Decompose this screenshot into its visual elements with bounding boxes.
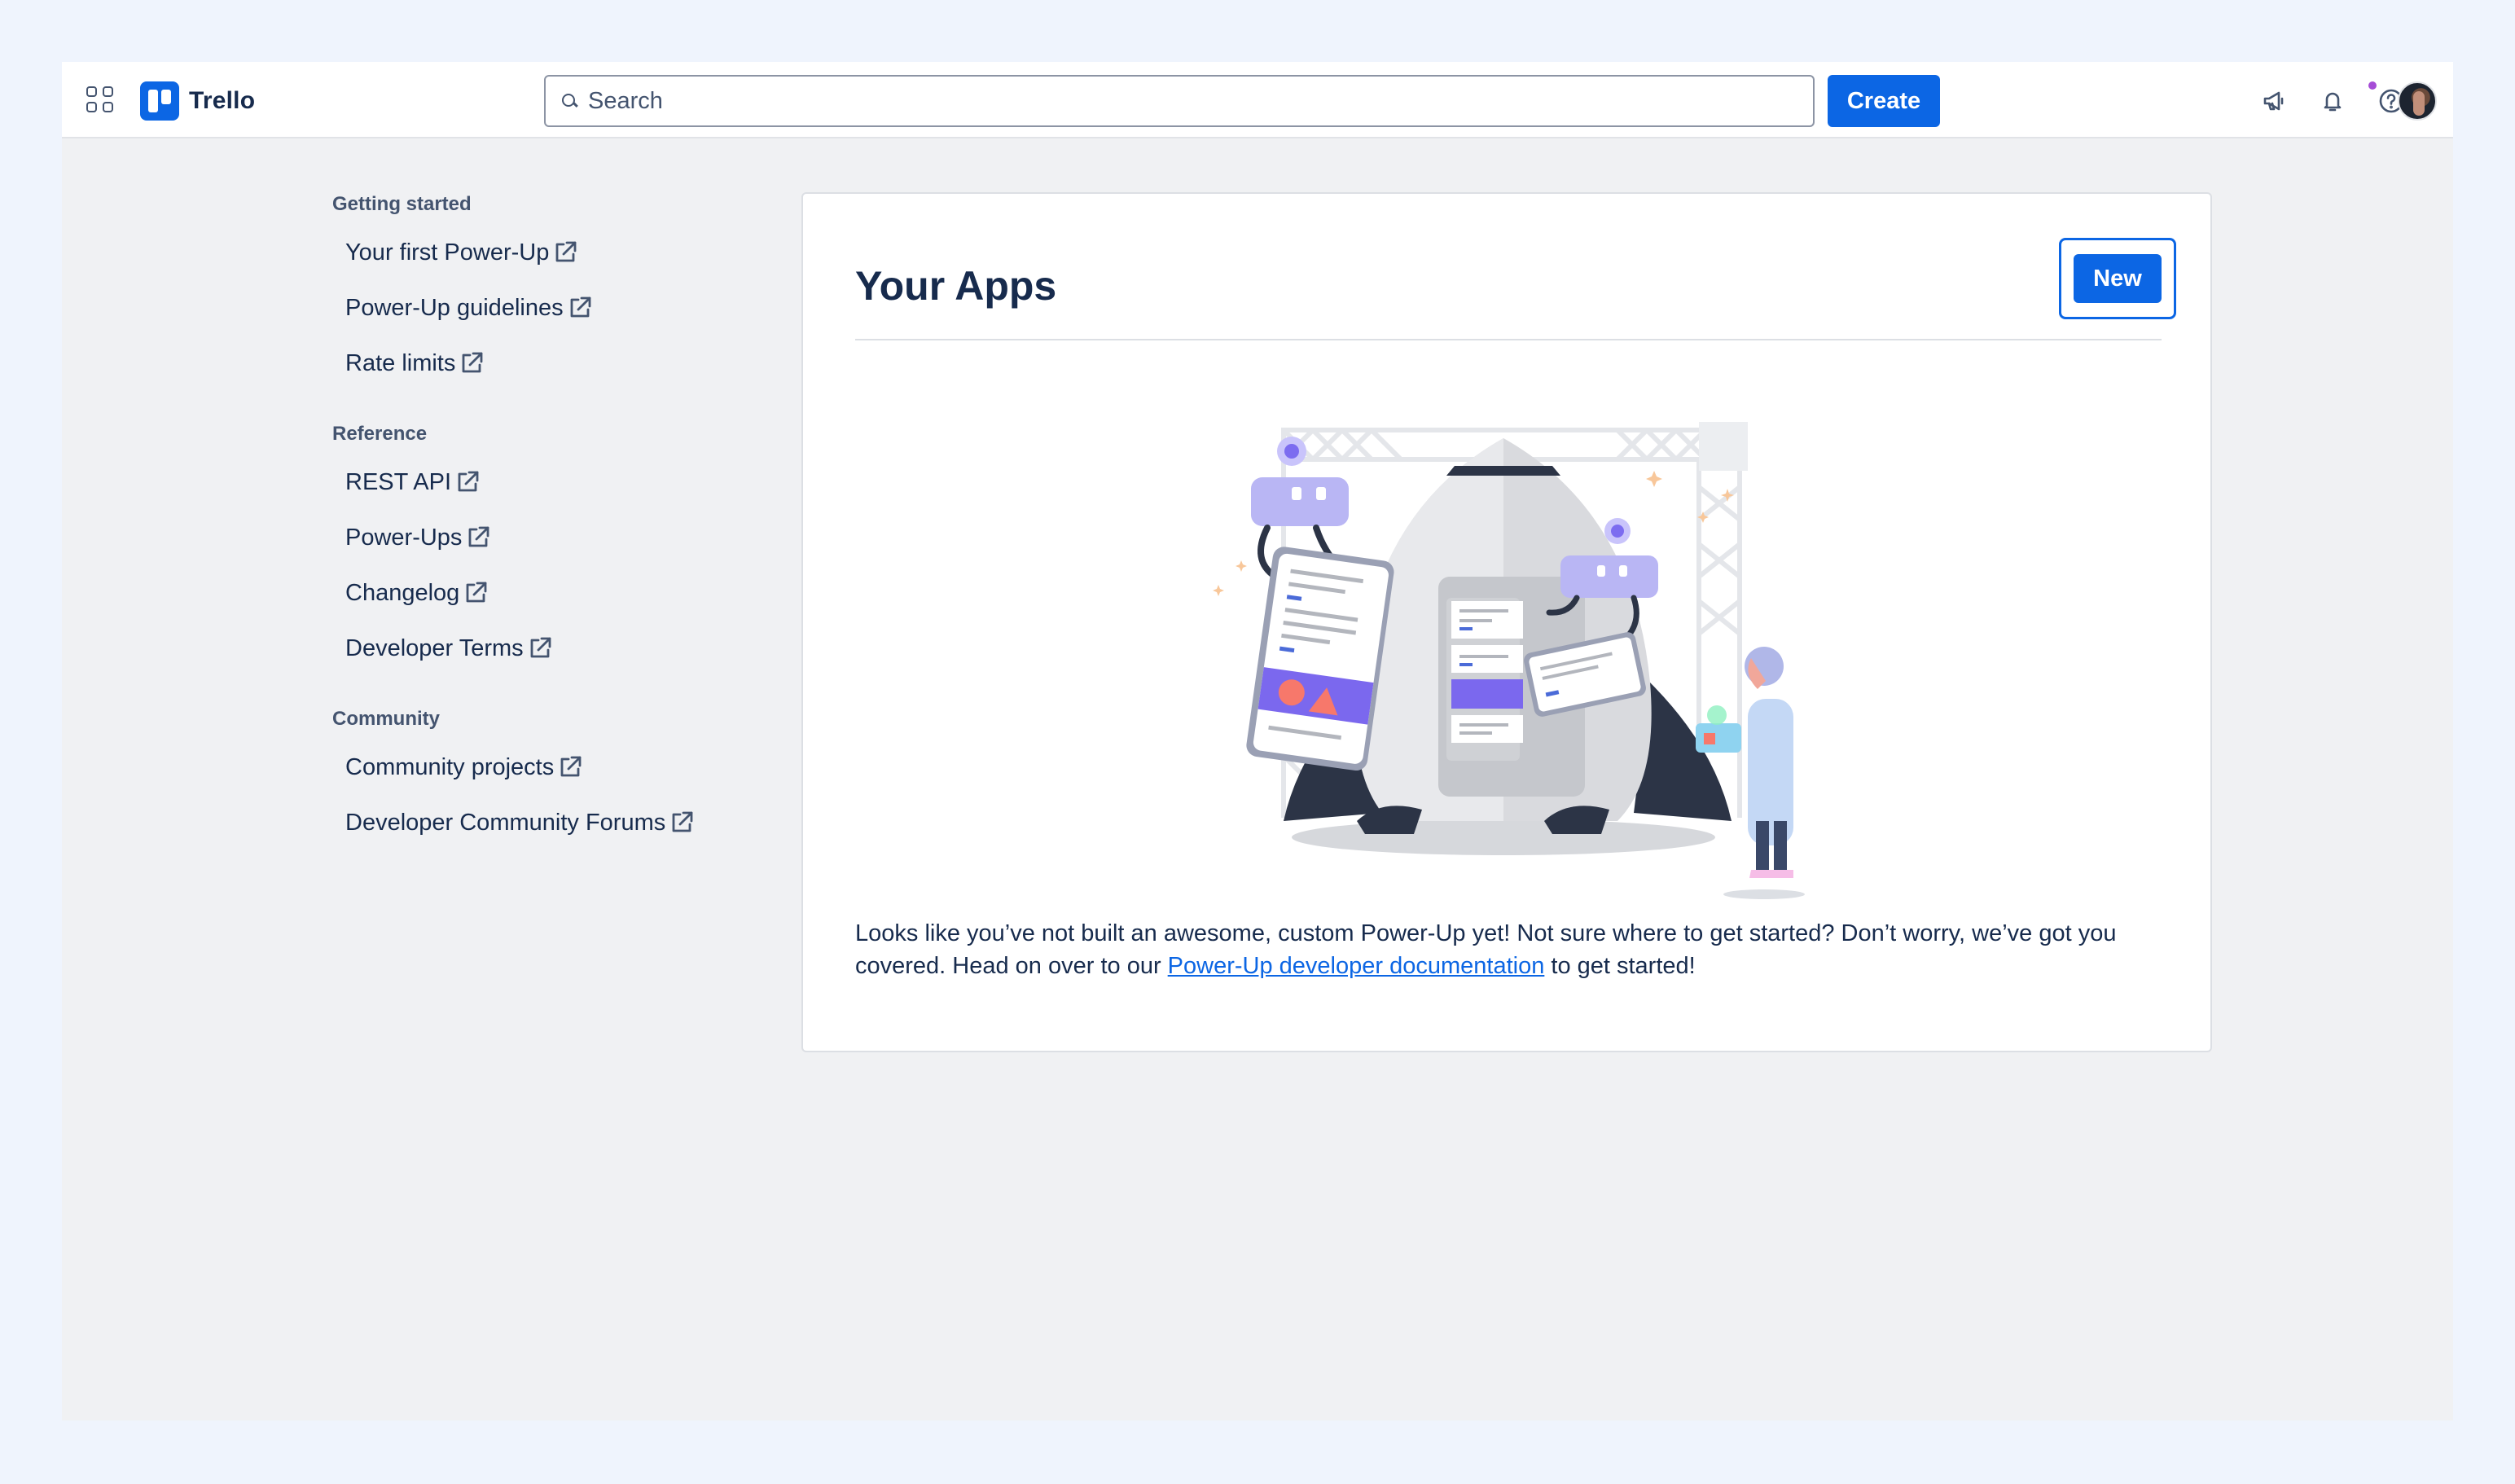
power-up-docs-link[interactable]: Power-Up developer documentation <box>1168 953 1545 979</box>
sidebar-link-first-power-up[interactable]: Your first Power-Up <box>332 225 788 280</box>
link-label: Rate limits <box>345 349 456 376</box>
external-link-icon <box>461 578 490 608</box>
external-link-icon <box>457 349 486 378</box>
link-label: Changelog <box>345 579 460 606</box>
section-title: Getting started <box>332 193 472 215</box>
apps-grid-icon[interactable] <box>80 81 116 117</box>
link-label: Developer Terms <box>345 634 524 661</box>
search-box[interactable] <box>544 75 1815 127</box>
sidebar-link-rest-api[interactable]: REST API <box>332 454 788 510</box>
avatar[interactable] <box>2398 81 2437 121</box>
section-title: Reference <box>332 423 428 445</box>
external-link-icon <box>555 753 585 782</box>
sidebar-link-power-up-guidelines[interactable]: Power-Up guidelines <box>332 280 788 336</box>
brand-name: Trello <box>189 87 256 114</box>
sidebar-section-getting-started: Getting started Your first Power-Up Powe… <box>332 192 788 391</box>
sidebar-link-changelog[interactable]: Changelog <box>332 565 788 621</box>
empty-state-message: Looks like you’ve not built an awesome, … <box>855 917 2168 982</box>
trello-logo-icon <box>140 81 179 121</box>
sidebar-link-developer-terms[interactable]: Developer Terms <box>332 621 788 676</box>
sidebar-link-rate-limits[interactable]: Rate limits <box>332 336 788 391</box>
trello-home-link[interactable]: Trello <box>140 81 255 121</box>
external-link-icon <box>667 808 696 837</box>
sidebar-link-power-ups[interactable]: Power-Ups <box>332 510 788 565</box>
external-link-icon <box>453 468 482 497</box>
your-apps-card: Your Apps New Looks like you’ve not buil… <box>801 192 2212 1052</box>
external-link-icon <box>463 523 493 552</box>
create-button[interactable]: Create <box>1828 75 1940 127</box>
section-title: Community <box>332 708 440 730</box>
sidebar-link-community-projects[interactable]: Community projects <box>332 740 788 795</box>
sidebar-section-reference: Reference REST API Power-Ups Changelog D… <box>332 422 788 676</box>
external-link-icon <box>565 293 595 323</box>
link-label: Developer Community Forums <box>345 809 666 836</box>
link-label: REST API <box>345 468 452 495</box>
app-window: Trello Create <box>62 62 2453 1420</box>
divider <box>855 339 2162 340</box>
megaphone-icon[interactable] <box>2256 83 2292 119</box>
external-link-icon <box>551 238 580 267</box>
page-title: Your Apps <box>855 263 1057 309</box>
message-text-end: to get started! <box>1544 953 1696 979</box>
external-link-icon <box>525 634 555 663</box>
docs-sidebar: Getting started Your first Power-Up Powe… <box>332 192 788 881</box>
link-label: Power-Ups <box>345 524 463 551</box>
link-label: Power-Up guidelines <box>345 294 564 321</box>
link-label: Your first Power-Up <box>345 239 550 266</box>
top-navigation-bar: Trello Create <box>62 62 2453 138</box>
link-label: Community projects <box>345 753 555 780</box>
rocket-illustration <box>1213 422 1805 899</box>
search-input[interactable] <box>588 87 1793 115</box>
notification-dot <box>2367 80 2378 91</box>
new-button-focus-ring: New <box>2059 238 2176 319</box>
new-app-button[interactable]: New <box>2074 254 2162 303</box>
sidebar-link-developer-forums[interactable]: Developer Community Forums <box>332 795 788 850</box>
bell-icon[interactable] <box>2315 83 2350 119</box>
search-icon <box>557 90 580 112</box>
sidebar-section-community: Community Community projects Developer C… <box>332 707 788 850</box>
